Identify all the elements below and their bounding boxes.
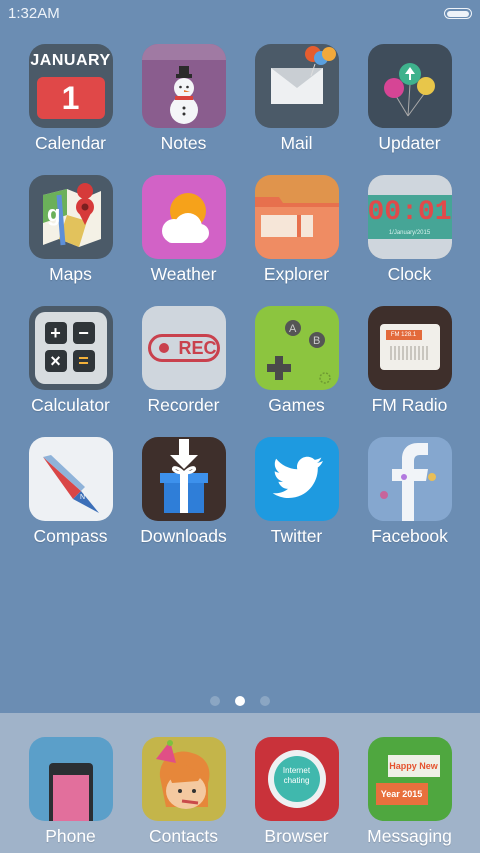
app-label: Compass — [33, 526, 108, 546]
envelope-icon — [254, 44, 339, 128]
app-calendar[interactable]: JANUARY 1 Calendar — [14, 44, 127, 156]
app-label: Facebook — [371, 526, 448, 546]
app-calculator[interactable]: + − × = Calculator — [14, 306, 127, 418]
status-time: 1:32AM — [8, 5, 60, 22]
app-label: Recorder — [147, 395, 220, 415]
message-bubble-1: Happy New — [387, 755, 440, 777]
clock-time: 00:01 — [367, 197, 452, 228]
gamepad-icon: A B — [254, 306, 339, 390]
map-pin-icon: g — [28, 175, 113, 259]
page-dot-active[interactable] — [235, 696, 245, 706]
gift-download-icon — [141, 437, 226, 521]
app-recorder[interactable]: REC Recorder — [127, 306, 240, 418]
app-downloads[interactable]: Downloads — [127, 437, 240, 549]
app-label: Contacts — [148, 826, 219, 846]
app-explorer[interactable]: Explorer — [240, 175, 353, 287]
app-label: Calendar — [34, 133, 107, 153]
app-label: FM Radio — [371, 395, 448, 415]
page-indicator — [0, 696, 480, 706]
dock-app-messaging[interactable]: Happy New Year 2015 Messaging — [353, 737, 466, 849]
internet-globe-icon: Internet chating — [254, 737, 339, 821]
rec-icon: REC — [141, 306, 226, 390]
browser-text-internet: Internet — [282, 766, 311, 775]
app-fm-radio[interactable]: FM 128.1 FM Radio — [353, 306, 466, 418]
app-updater[interactable]: Updater — [353, 44, 466, 156]
app-notes[interactable]: Notes — [127, 44, 240, 156]
rec-text: REC — [147, 334, 220, 362]
dock-app-browser[interactable]: Internet chating Browser — [240, 737, 353, 849]
page-dot[interactable] — [260, 696, 270, 706]
svg-text:A: A — [289, 323, 297, 335]
calendar-day: 1 — [36, 77, 105, 119]
app-label: Twitter — [270, 526, 323, 546]
phone-icon — [28, 737, 113, 821]
clock-date: 1/January/2015 — [388, 230, 431, 236]
app-weather[interactable]: Weather — [127, 175, 240, 287]
svg-text:B: B — [313, 335, 320, 347]
status-bar: 1:32AM — [0, 0, 480, 28]
app-label: Messaging — [367, 826, 452, 846]
app-label: Maps — [49, 264, 92, 284]
calendar-icon: JANUARY 1 — [28, 44, 113, 128]
app-label: Phone — [45, 826, 96, 846]
facebook-f-icon — [367, 437, 452, 521]
calendar-month: JANUARY — [30, 52, 111, 69]
balloons-icon — [367, 44, 452, 128]
app-label: Weather — [150, 264, 217, 284]
dock-app-contacts[interactable]: Contacts — [127, 737, 240, 849]
app-twitter[interactable]: Twitter — [240, 437, 353, 549]
dock: Phone Contacts Internet chating Browser … — [0, 713, 480, 853]
folder-icon — [254, 175, 339, 259]
contact-face-icon — [141, 737, 226, 821]
page-dot[interactable] — [210, 696, 220, 706]
digital-clock-icon: 00:01 1/January/2015 — [367, 175, 452, 259]
app-label: Clock — [387, 264, 432, 284]
app-games[interactable]: A B Games — [240, 306, 353, 418]
svg-text:N: N — [80, 494, 85, 501]
radio-icon: FM 128.1 — [367, 306, 452, 390]
snowman-notes-icon — [141, 44, 226, 128]
app-label: Updater — [378, 133, 441, 153]
sun-cloud-icon — [141, 175, 226, 259]
dock-app-phone[interactable]: Phone — [14, 737, 127, 849]
app-facebook[interactable]: Facebook — [353, 437, 466, 549]
app-label: Browser — [264, 826, 329, 846]
app-label: Calculator — [31, 395, 110, 415]
app-label: Mail — [280, 133, 313, 153]
browser-text-chating: chating — [283, 776, 310, 785]
fm-frequency: FM 128.1 — [385, 330, 422, 340]
twitter-bird-icon — [254, 437, 339, 521]
app-clock[interactable]: 00:01 1/January/2015 Clock — [353, 175, 466, 287]
app-label: Games — [268, 395, 325, 415]
app-label: Notes — [160, 133, 207, 153]
app-compass[interactable]: N Compass — [14, 437, 127, 549]
app-label: Explorer — [263, 264, 330, 284]
message-bubble-2: Year 2015 — [375, 783, 428, 805]
battery-full-icon — [444, 8, 472, 19]
compass-needle-icon: N — [28, 437, 113, 521]
calculator-icon: + − × = — [28, 306, 113, 390]
app-maps[interactable]: g Maps — [14, 175, 127, 287]
browser-globe: Internet chating — [273, 756, 320, 802]
app-mail[interactable]: Mail — [240, 44, 353, 156]
app-grid: JANUARY 1 Calendar Notes Mail Updater g … — [14, 44, 466, 549]
svg-text:g: g — [47, 201, 60, 226]
message-bubbles-icon: Happy New Year 2015 — [367, 737, 452, 821]
app-label: Downloads — [140, 526, 227, 546]
